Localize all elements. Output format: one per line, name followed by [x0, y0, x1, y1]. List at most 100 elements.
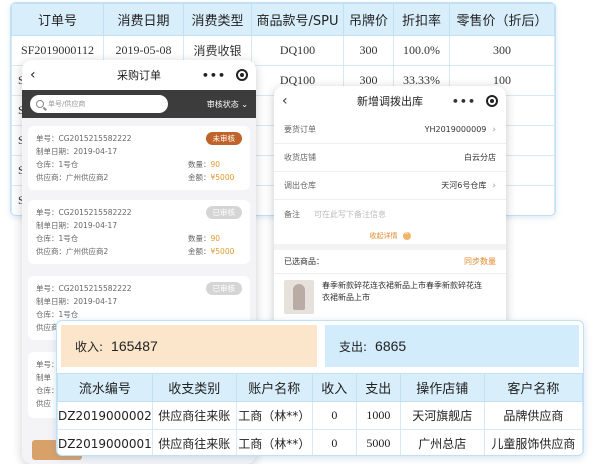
- income-value: 165487: [111, 338, 158, 354]
- product-name: 春季新款碎花连衣裙新品上市春季新款碎花连衣裙新品上市: [322, 281, 482, 302]
- cell: 300: [449, 35, 555, 66]
- ledger-card: 收入: 165487 支出: 6865 流水编号 收支类别 账户名称 收入 支出…: [56, 320, 584, 456]
- po-nav-bar: ‹ 采购订单 •••: [22, 60, 256, 90]
- selected-label: 已选商品：: [284, 257, 324, 266]
- transfer-nav-bar: ‹ 新增调拨出库 •••: [274, 86, 506, 116]
- cell: 5000: [355, 429, 401, 455]
- cell: 工商（林**）: [235, 401, 313, 430]
- col-tag-price: 吊牌价: [343, 3, 394, 36]
- field-value: YH2019000009: [424, 125, 487, 134]
- order-amount: ¥5000: [210, 173, 235, 182]
- list-item[interactable]: 单号：CG2015215582222 已审核 制单日期：2019-04-17 仓库…: [28, 200, 250, 264]
- col-account: 账户名称: [235, 373, 313, 402]
- col-discount: 折扣率: [393, 3, 450, 36]
- order-date: 制单日期：2019-04-17: [36, 297, 118, 306]
- cell: 供应商往来账: [151, 429, 237, 455]
- field-value: 白云分店: [464, 153, 496, 162]
- cell: 0: [311, 429, 357, 455]
- order-warehouse: 仓库：1号仓: [36, 234, 79, 243]
- order-no: 单号：CG2015215582222: [36, 134, 132, 143]
- status-badge: 已审核: [205, 206, 242, 219]
- cell: DZ2019000001: [57, 429, 153, 455]
- search-input[interactable]: 单号/供应商: [30, 95, 168, 113]
- transfer-phone: ‹ 新增调拨出库 ••• 要货订单 YH2019000009 › 收货店铺 白云…: [274, 86, 506, 336]
- status-badge: 已审核: [205, 282, 242, 295]
- income-summary: 收入: 165487: [61, 325, 317, 367]
- table-row[interactable]: DZ2019000002 供应商往来账 工商（林**） 0 1000 天河旗舰店…: [57, 401, 583, 430]
- order-no: 单号：CG2015215582222: [36, 284, 132, 293]
- ledger-table: 流水编号 收支类别 账户名称 收入 支出 操作店铺 客户名称 DZ2019000…: [57, 373, 583, 455]
- field-label: 备注: [284, 209, 300, 219]
- chevron-right-icon: ›: [492, 124, 496, 135]
- out-warehouse-field[interactable]: 调出仓库 天河6号仓库 ›: [274, 172, 506, 200]
- order-qty: 90: [210, 160, 221, 169]
- col-order-no: 订单号: [11, 3, 104, 36]
- note-placeholder: 可在此写下备注信息: [314, 209, 386, 219]
- list-item[interactable]: 春季新款碎花连衣裙新品上市春季新款碎花连衣裙新品上市: [274, 274, 506, 320]
- receiving-store-field[interactable]: 收货店铺 白云分店: [274, 144, 506, 172]
- cell: DQ100: [251, 35, 344, 66]
- ledger-summary: 收入: 165487 支出: 6865: [57, 321, 583, 373]
- cell: 0: [311, 401, 357, 430]
- order-qty: 90: [210, 234, 221, 243]
- order-date: 制单: [36, 373, 51, 382]
- more-icon[interactable]: •••: [202, 69, 226, 82]
- field-value: 天河6号仓库: [441, 181, 487, 190]
- expense-summary: 支出: 6865: [325, 325, 579, 367]
- close-target-icon[interactable]: [236, 69, 248, 81]
- order-no: 单号：CG2015215582222: [36, 208, 132, 217]
- cell: 100.0%: [393, 35, 450, 66]
- back-icon[interactable]: ‹: [30, 67, 36, 83]
- po-filter-bar: 单号/供应商 审核状态 ⌄: [22, 90, 256, 118]
- cell: 天河旗舰店: [399, 401, 485, 430]
- order-supplier: 供应: [36, 399, 51, 408]
- col-type: 消费类型: [183, 3, 252, 36]
- collapse-detail-link[interactable]: 收起详情 ^: [274, 228, 506, 250]
- status-badge: 未审核: [205, 132, 242, 145]
- col-category: 收支类别: [151, 373, 237, 402]
- col-spu: 商品款号/SPU: [251, 3, 344, 36]
- back-icon[interactable]: ‹: [282, 93, 288, 109]
- field-label: 要货订单: [284, 125, 316, 134]
- sales-table-header: 订单号 消费日期 消费类型 商品款号/SPU 吊牌价 折扣率 零售价（折后）: [11, 3, 555, 36]
- chevron-right-icon: ›: [492, 180, 496, 191]
- expense-value: 6865: [375, 338, 407, 354]
- cell: 儿童服饰供应商: [483, 429, 583, 455]
- cell: 广州总店: [399, 429, 485, 455]
- col-income: 收入: [311, 373, 357, 402]
- product-thumbnail: [284, 280, 314, 314]
- cell: 品牌供应商: [483, 401, 583, 430]
- col-retail-price: 零售价（折后）: [449, 3, 555, 36]
- order-date: 制单日期：2019-04-17: [36, 221, 118, 230]
- order-date: 制单日期：2019-04-17: [36, 147, 118, 156]
- income-label: 收入:: [75, 339, 104, 354]
- field-label: 收货店铺: [284, 153, 316, 162]
- sync-quantity-link[interactable]: 同步数量: [464, 256, 496, 267]
- list-item[interactable]: 单号：CG2015215582222 未审核 制单日期：2019-04-17 仓库…: [28, 126, 250, 190]
- field-label: 调出仓库: [284, 181, 316, 190]
- search-icon: [36, 100, 44, 108]
- chevron-up-icon: ^: [402, 232, 411, 240]
- cell: 1000: [355, 401, 401, 430]
- selected-products-header: 已选商品： 同步数量: [274, 250, 506, 274]
- order-warehouse: 仓库：1号仓: [36, 160, 79, 169]
- cell: 工商（林**）: [235, 429, 313, 455]
- col-serial-no: 流水编号: [57, 373, 153, 402]
- audit-status-filter[interactable]: 审核状态 ⌄: [207, 99, 248, 110]
- order-supplier: 供应商：广州供应商2: [36, 173, 109, 182]
- col-store: 操作店铺: [399, 373, 485, 402]
- ledger-table-header: 流水编号 收支类别 账户名称 收入 支出 操作店铺 客户名称: [57, 373, 583, 402]
- table-row[interactable]: DZ2019000001 供应商往来账 工商（林**） 0 5000 广州总店 …: [57, 429, 583, 455]
- cell: DZ2019000002: [57, 401, 153, 430]
- request-order-field[interactable]: 要货订单 YH2019000009 ›: [274, 116, 506, 144]
- close-target-icon[interactable]: [486, 95, 498, 107]
- expense-label: 支出:: [339, 339, 368, 354]
- note-field[interactable]: 备注 可在此写下备注信息: [274, 200, 506, 228]
- col-date: 消费日期: [103, 3, 184, 36]
- more-icon[interactable]: •••: [452, 95, 476, 108]
- col-expense: 支出: [355, 373, 401, 402]
- col-customer: 客户名称: [483, 373, 583, 402]
- cell: 供应商往来账: [151, 401, 237, 430]
- cell: 300: [343, 35, 394, 66]
- order-amount: ¥5000: [210, 247, 235, 256]
